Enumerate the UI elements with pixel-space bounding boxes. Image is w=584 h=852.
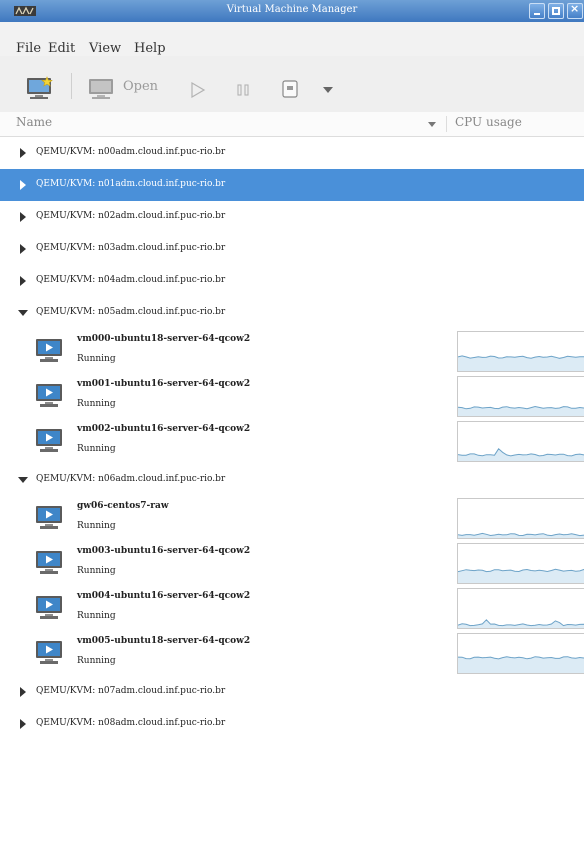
connection-row[interactable]: QEMU/KVM: n05adm.cloud.inf.puc-rio.br	[0, 297, 584, 329]
vm-status: Running	[77, 444, 116, 454]
vm-name: vm000-ubuntu18-server-64-qcow2	[77, 334, 251, 344]
connection-row[interactable]: QEMU/KVM: n06adm.cloud.inf.puc-rio.br	[0, 464, 584, 496]
connection-label: QEMU/KVM: n07adm.cloud.inf.puc-rio.br	[36, 686, 226, 696]
expanded-arrow-icon[interactable]	[18, 477, 28, 483]
cpu-usage-line	[458, 448, 584, 457]
cpu-usage-sparkline	[458, 619, 584, 628]
column-cpu-usage[interactable]: CPU usage	[455, 115, 522, 129]
vm-running-icon	[36, 596, 62, 619]
cpu-usage-graph	[457, 498, 584, 539]
vm-name: vm004-ubuntu16-server-64-qcow2	[77, 591, 251, 601]
connection-label: QEMU/KVM: n08adm.cloud.inf.puc-rio.br	[36, 718, 226, 728]
cpu-usage-sparkline	[458, 405, 584, 416]
vm-running-icon	[36, 506, 62, 529]
cpu-usage-sparkline	[458, 656, 584, 673]
vm-name: gw06-centos7-raw	[77, 501, 169, 511]
window-title: Virtual Machine Manager	[226, 4, 358, 15]
vm-row[interactable]: vm004-ubuntu16-server-64-qcow2 Running	[0, 586, 584, 631]
connection-row[interactable]: QEMU/KVM: n07adm.cloud.inf.puc-rio.br	[0, 676, 584, 708]
cpu-usage-graph	[457, 331, 584, 372]
vm-status: Running	[77, 566, 116, 576]
cpu-usage-sparkline	[458, 448, 584, 461]
vm-name: vm001-ubuntu16-server-64-qcow2	[77, 379, 251, 389]
vm-running-icon	[36, 551, 62, 574]
menu-help[interactable]: Help	[134, 41, 166, 56]
vm-status: Running	[77, 521, 116, 531]
menu-file[interactable]: File	[16, 41, 41, 56]
vm-name: vm003-ubuntu16-server-64-qcow2	[77, 546, 251, 556]
connection-label: QEMU/KVM: n00adm.cloud.inf.puc-rio.br	[36, 147, 226, 157]
cpu-usage-sparkline	[458, 568, 584, 583]
connection-row[interactable]: QEMU/KVM: n08adm.cloud.inf.puc-rio.br	[0, 708, 584, 740]
minimize-icon[interactable]	[529, 3, 545, 19]
collapsed-arrow-icon[interactable]	[20, 244, 26, 254]
cpu-usage-graph	[457, 376, 584, 417]
vm-row[interactable]: vm001-ubuntu16-server-64-qcow2 Running	[0, 374, 584, 419]
vm-running-icon	[36, 429, 62, 452]
connection-label: QEMU/KVM: n03adm.cloud.inf.puc-rio.br	[36, 243, 226, 253]
connection-row[interactable]: QEMU/KVM: n00adm.cloud.inf.puc-rio.br	[0, 137, 584, 169]
vm-status: Running	[77, 611, 116, 621]
connection-label: QEMU/KVM: n04adm.cloud.inf.puc-rio.br	[36, 275, 226, 285]
connection-row[interactable]: QEMU/KVM: n03adm.cloud.inf.puc-rio.br	[0, 233, 584, 265]
cpu-usage-graph	[457, 588, 584, 629]
close-icon[interactable]: ×	[567, 2, 583, 19]
connection-label: QEMU/KVM: n01adm.cloud.inf.puc-rio.br	[36, 179, 226, 189]
connection-row[interactable]: QEMU/KVM: n04adm.cloud.inf.puc-rio.br	[0, 265, 584, 297]
cpu-usage-graph	[457, 421, 584, 462]
shutdown-icon[interactable]	[282, 80, 298, 98]
vm-running-icon	[36, 384, 62, 407]
toolbar-separator	[71, 73, 72, 99]
cpu-usage-graph	[457, 543, 584, 584]
menu-view[interactable]: View	[89, 41, 121, 56]
sort-arrow-icon[interactable]	[428, 122, 436, 127]
connection-row[interactable]: QEMU/KVM: n01adm.cloud.inf.puc-rio.br	[0, 169, 584, 201]
maximize-icon[interactable]	[548, 3, 564, 19]
vm-status: Running	[77, 399, 116, 409]
vm-running-icon	[36, 641, 62, 664]
vm-status: Running	[77, 656, 116, 666]
cpu-usage-area	[458, 656, 584, 673]
play-icon[interactable]	[190, 82, 206, 98]
connection-label: QEMU/KVM: n06adm.cloud.inf.puc-rio.br	[36, 474, 226, 484]
vm-row[interactable]: vm005-ubuntu18-server-64-qcow2 Running	[0, 631, 584, 676]
menu-bar: File Edit View Help	[0, 22, 584, 57]
new-vm-icon[interactable]	[26, 76, 54, 102]
collapsed-arrow-icon[interactable]	[20, 212, 26, 222]
vm-status: Running	[77, 354, 116, 364]
vm-name: vm002-ubuntu16-server-64-qcow2	[77, 424, 251, 434]
vm-name: vm005-ubuntu18-server-64-qcow2	[77, 636, 251, 646]
collapsed-arrow-icon[interactable]	[20, 276, 26, 286]
vm-row[interactable]: vm002-ubuntu16-server-64-qcow2 Running	[0, 419, 584, 464]
cpu-usage-line	[458, 619, 584, 627]
cpu-usage-sparkline	[458, 355, 584, 371]
connection-label: QEMU/KVM: n05adm.cloud.inf.puc-rio.br	[36, 307, 226, 317]
collapsed-arrow-icon[interactable]	[20, 719, 26, 729]
open-button[interactable]: Open	[123, 79, 158, 94]
connection-row[interactable]: QEMU/KVM: n02adm.cloud.inf.puc-rio.br	[0, 201, 584, 233]
vm-row[interactable]: vm000-ubuntu18-server-64-qcow2 Running	[0, 329, 584, 374]
monitor-icon[interactable]	[88, 78, 116, 100]
cpu-usage-graph	[457, 633, 584, 674]
connection-label: QEMU/KVM: n02adm.cloud.inf.puc-rio.br	[36, 211, 226, 221]
collapsed-arrow-icon[interactable]	[20, 687, 26, 697]
dropdown-arrow-icon[interactable]	[323, 87, 333, 93]
collapsed-arrow-icon[interactable]	[20, 148, 26, 158]
title-bar[interactable]: Virtual Machine Manager ×	[0, 0, 584, 22]
pause-icon[interactable]	[236, 83, 250, 97]
vm-row[interactable]: gw06-centos7-raw Running	[0, 496, 584, 541]
collapsed-arrow-icon[interactable]	[20, 180, 26, 190]
vm-running-icon	[36, 339, 62, 362]
vm-row[interactable]: vm003-ubuntu16-server-64-qcow2 Running	[0, 541, 584, 586]
column-name[interactable]: Name	[16, 115, 52, 129]
cpu-usage-area	[458, 355, 584, 371]
expanded-arrow-icon[interactable]	[18, 310, 28, 316]
column-separator	[446, 116, 447, 132]
column-header: Name CPU usage	[0, 112, 584, 137]
menu-edit[interactable]: Edit	[48, 41, 75, 56]
cpu-usage-sparkline	[458, 532, 584, 538]
toolbar: Open	[0, 56, 584, 113]
